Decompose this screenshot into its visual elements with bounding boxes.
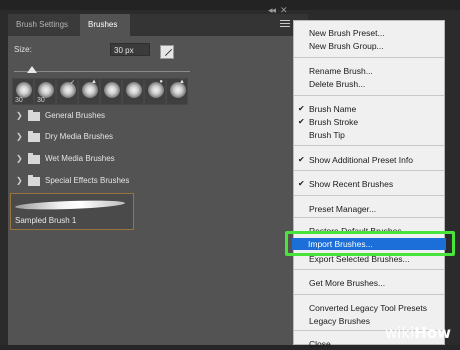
size-slider-thumb[interactable] — [26, 66, 37, 73]
brush-tip-icon — [38, 82, 54, 98]
brush-angle-icon[interactable] — [160, 45, 174, 59]
watermark-suffix: How — [414, 324, 452, 342]
brushes-panel-menu: New Brush Preset... New Brush Group... Ren… — [293, 20, 445, 349]
menu-separator — [294, 195, 444, 196]
brush-group-label: Special Effects Brushes — [45, 176, 130, 185]
size-slider-track[interactable] — [14, 71, 190, 72]
brush-group-row[interactable]: ❯ Wet Media Brushes — [12, 151, 192, 169]
menu-item[interactable]: Converted Legacy Tool Presets — [294, 302, 444, 314]
menu-item[interactable]: ✔ Brush Stroke — [294, 116, 444, 128]
menu-item-label: New Brush Preset... — [309, 28, 385, 38]
brush-size-label: 30 — [37, 97, 45, 104]
size-input[interactable]: 30 px — [110, 43, 150, 56]
menu-item-label: Converted Legacy Tool Presets — [309, 303, 427, 313]
checkmark-icon: ✔ — [298, 155, 305, 164]
brush-preset-thumb[interactable]: ▲ — [78, 78, 100, 105]
brush-preset-thumb[interactable]: 30 — [34, 78, 56, 105]
brush-preset-thumb[interactable]: ▲ — [166, 78, 188, 105]
brush-badge-icon: ▲ — [179, 79, 185, 85]
checkmark-icon: ✔ — [298, 179, 305, 188]
menu-item-label: Preset Manager... — [309, 204, 377, 214]
folder-icon — [28, 110, 40, 121]
size-label: Size: — [14, 45, 32, 54]
checkmark-icon: ✔ — [298, 104, 305, 113]
menu-item-import-brushes[interactable]: Import Brushes... — [292, 238, 446, 250]
folder-icon — [28, 175, 40, 186]
menu-item[interactable]: ✔ Show Additional Preset Info — [294, 154, 444, 166]
menu-item-label: Brush Name — [309, 104, 357, 114]
menu-item[interactable]: Delete Brush... — [294, 78, 444, 90]
menu-item[interactable]: ✔ Show Recent Brushes — [294, 178, 444, 190]
menu-item[interactable]: Brush Tip — [294, 129, 444, 141]
panel-tabs: Brush Settings Brushes — [8, 14, 308, 36]
tab-brush-settings[interactable]: Brush Settings — [8, 14, 86, 36]
menu-item-label: Show Additional Preset Info — [309, 155, 413, 165]
brush-group-row[interactable]: ❯ General Brushes — [12, 108, 192, 126]
menu-item-label: Get More Brushes... — [309, 278, 386, 288]
menu-item-label: Brush Tip — [309, 130, 345, 140]
brush-tip-icon — [126, 82, 142, 98]
folder-icon — [28, 153, 40, 164]
menu-item-label: Rename Brush... — [309, 66, 373, 76]
brush-preset-thumb[interactable] — [122, 78, 144, 105]
brush-tip-icon — [16, 82, 32, 98]
brush-stroke-preview — [14, 199, 126, 211]
brush-preset-thumb[interactable] — [100, 78, 122, 105]
menu-item-label: Show Recent Brushes — [309, 179, 394, 189]
brush-group-label: Dry Media Brushes — [45, 132, 114, 141]
menu-separator — [294, 170, 444, 171]
menu-separator — [294, 269, 444, 270]
brush-tip-icon — [104, 82, 120, 98]
chevron-right-icon[interactable]: ❯ — [16, 154, 23, 163]
tab-brushes[interactable]: Brushes — [80, 14, 130, 36]
brush-preset-thumb[interactable]: 30 — [12, 78, 34, 105]
menu-item-label: New Brush Group... — [309, 41, 384, 51]
menu-item[interactable]: Get More Brushes... — [294, 277, 444, 289]
sampled-brush-item[interactable]: Sampled Brush 1 — [10, 193, 134, 230]
brush-badge-icon: ● — [159, 79, 163, 85]
menu-separator — [294, 217, 444, 218]
menu-item[interactable]: New Brush Preset... — [294, 27, 444, 39]
menu-item[interactable]: Preset Manager... — [294, 203, 444, 215]
panel-top-strip — [0, 0, 460, 10]
brush-preset-thumb[interactable]: ✓ — [56, 78, 78, 105]
menu-item[interactable]: Rename Brush... — [294, 65, 444, 77]
wikihow-watermark: wikiHow — [385, 324, 451, 342]
menu-item[interactable]: New Brush Group... — [294, 40, 444, 52]
menu-item-label: Brush Stroke — [309, 117, 359, 127]
menu-separator — [294, 294, 444, 295]
checkmark-icon: ✔ — [298, 117, 305, 126]
sampled-brush-label: Sampled Brush 1 — [15, 216, 77, 225]
menu-item-label: Legacy Brushes — [309, 316, 370, 326]
menu-separator — [294, 95, 444, 96]
chevron-right-icon[interactable]: ❯ — [16, 176, 23, 185]
brush-group-row[interactable]: ❯ Dry Media Brushes — [12, 129, 192, 147]
folder-icon — [28, 131, 40, 142]
chevron-right-icon[interactable]: ❯ — [16, 132, 23, 141]
brush-preset-thumb[interactable]: ● — [144, 78, 166, 105]
brush-group-label: General Brushes — [45, 111, 106, 120]
brush-group-label: Wet Media Brushes — [45, 154, 115, 163]
menu-separator — [294, 57, 444, 58]
brush-size-label: 30 — [15, 97, 23, 104]
watermark-prefix: wiki — [385, 324, 415, 342]
menu-item-label: Close — [309, 339, 331, 349]
menu-separator — [294, 145, 444, 146]
panel-menu-icon[interactable] — [280, 20, 290, 28]
brush-group-row[interactable]: ❯ Special Effects Brushes — [12, 173, 192, 191]
menu-item-label: Import Brushes... — [308, 239, 373, 249]
brush-badge-icon: ✓ — [69, 80, 75, 86]
menu-item[interactable]: ✔ Brush Name — [294, 103, 444, 115]
recent-brushes-row: 30 30 ✓ ▲ ● ▲ — [12, 78, 192, 106]
menu-item-label: Delete Brush... — [309, 79, 366, 89]
brush-badge-icon: ▲ — [91, 79, 97, 85]
chevron-right-icon[interactable]: ❯ — [16, 111, 23, 120]
